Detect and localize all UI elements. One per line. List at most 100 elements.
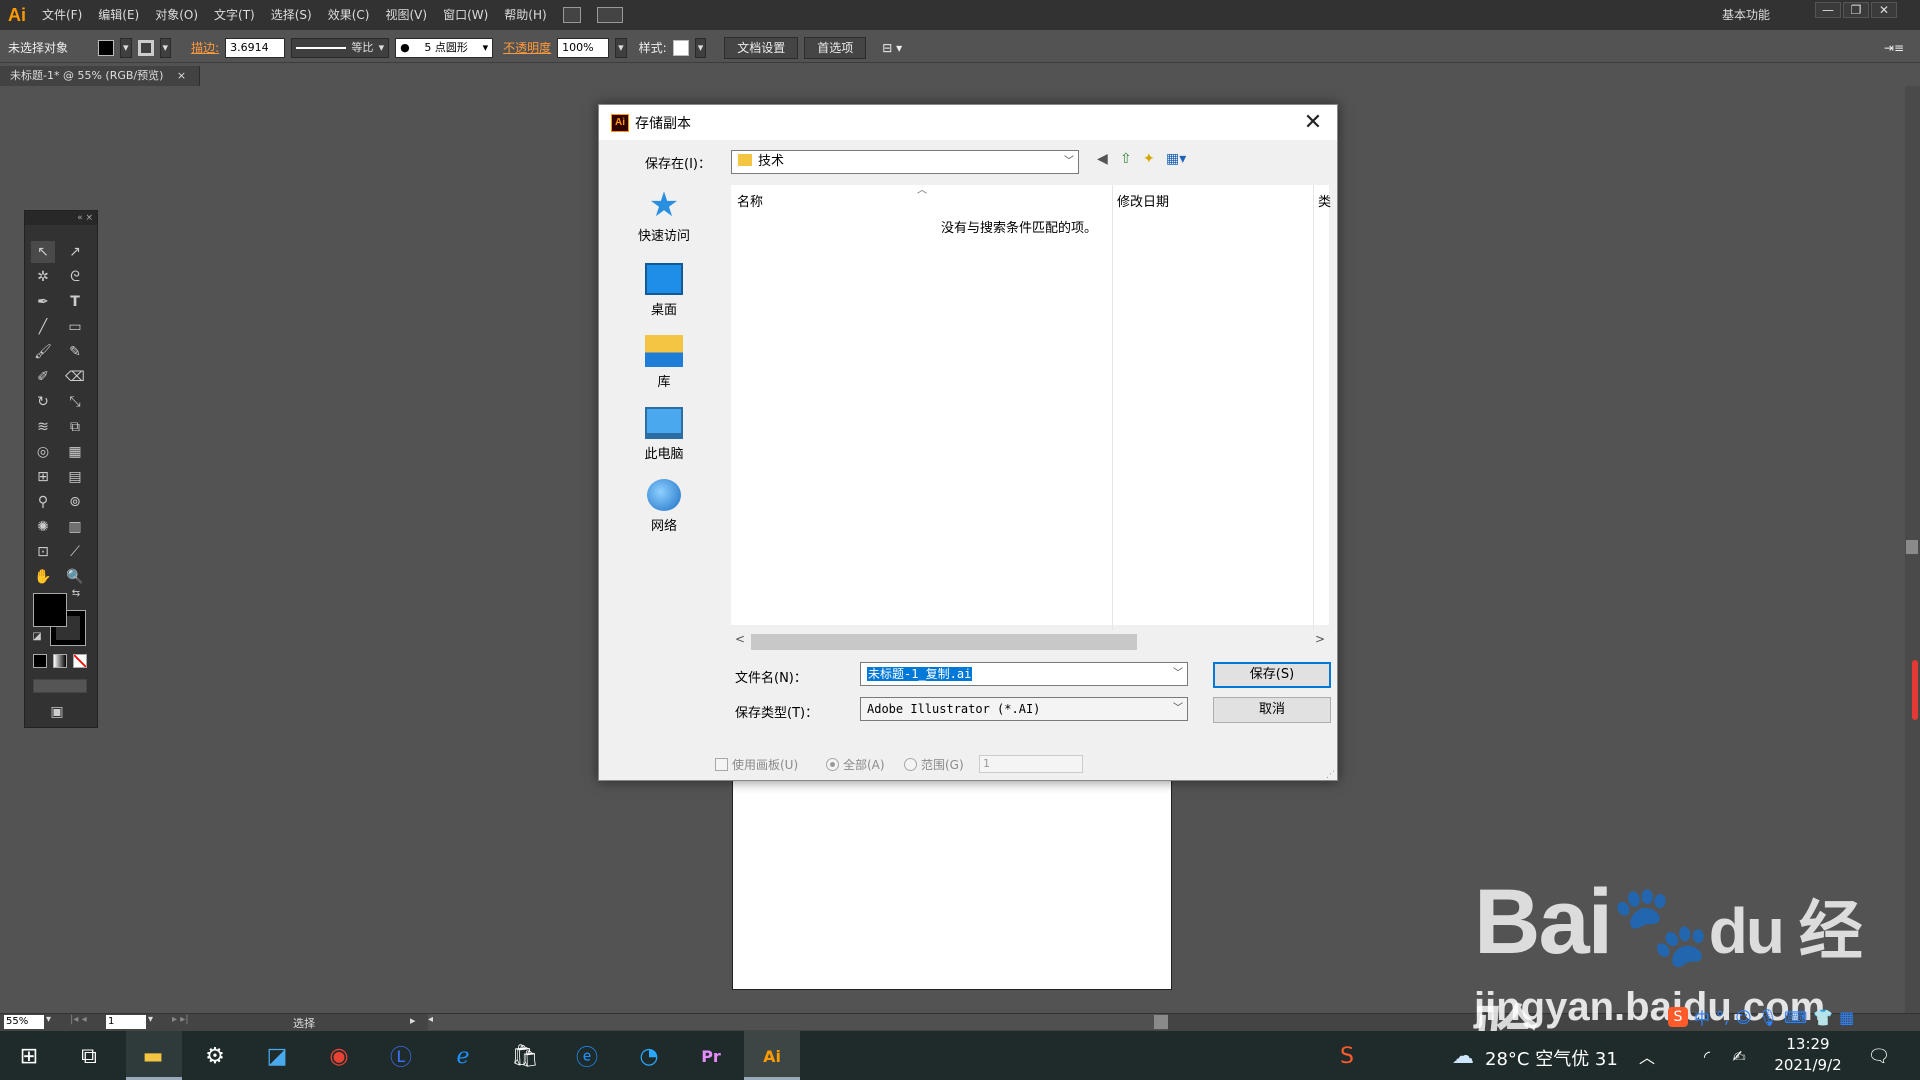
task-view-icon[interactable]: ⧉ xyxy=(72,1039,106,1073)
illustrator-icon[interactable]: Ai xyxy=(755,1039,789,1073)
screen-mode-icon[interactable]: ▣ xyxy=(45,701,69,723)
cancel-button[interactable]: 取消 xyxy=(1213,697,1331,723)
type-tool-icon[interactable]: T xyxy=(63,291,87,313)
arrange-documents-icon[interactable] xyxy=(596,7,623,23)
place-network[interactable]: 网络 xyxy=(609,479,719,534)
fill-swatch[interactable] xyxy=(98,39,115,56)
tray-chevron-up-icon[interactable]: ︿ xyxy=(1630,1039,1664,1073)
chrome-icon[interactable]: ◉ xyxy=(322,1039,356,1073)
gradient-tool-icon[interactable]: ▤ xyxy=(63,466,87,488)
range-radio[interactable] xyxy=(904,758,917,771)
first-artboard-icon[interactable]: |◂ ◂ xyxy=(70,1014,87,1025)
drawing-modes-icon[interactable] xyxy=(33,679,87,693)
preferences-button[interactable]: 首选项 xyxy=(804,36,867,59)
menu-help[interactable]: 帮助(H) xyxy=(496,0,554,30)
place-quick-access[interactable]: ★ 快速访问 xyxy=(609,188,719,244)
vertical-scroll-thumb[interactable] xyxy=(1906,540,1918,554)
tray-sogou-icon[interactable]: S xyxy=(1330,1039,1364,1073)
eyedropper-tool-icon[interactable]: ⚲ xyxy=(31,491,55,513)
paintbrush-tool-icon[interactable]: 🖌 xyxy=(31,341,55,363)
symbol-sprayer-tool-icon[interactable]: ✺ xyxy=(31,516,55,538)
back-icon[interactable]: ◀ xyxy=(1097,151,1108,167)
place-desktop[interactable]: 桌面 xyxy=(609,263,719,318)
column-modified[interactable]: 修改日期 xyxy=(1117,191,1169,210)
save-in-select[interactable]: 技术 ﹀ xyxy=(731,150,1079,174)
graphic-style-swatch[interactable] xyxy=(672,39,689,56)
stroke-swatch[interactable] xyxy=(137,39,154,56)
blend-tool-icon[interactable]: ⊚ xyxy=(63,491,87,513)
scroll-left-icon[interactable]: < xyxy=(735,632,745,646)
workspace-switcher[interactable]: 基本功能 xyxy=(1722,0,1770,30)
default-colors-icon[interactable]: ◪ xyxy=(31,631,43,643)
opacity-label[interactable]: 不透明度 xyxy=(503,39,551,56)
keyboard-icon[interactable]: ⌨ xyxy=(1784,1008,1807,1027)
place-this-pc[interactable]: 此电脑 xyxy=(609,407,719,462)
artboard-tool-icon[interactable]: ⊡ xyxy=(31,541,55,563)
fill-color-swatch[interactable] xyxy=(33,593,67,627)
column-name[interactable]: 名称 xyxy=(737,191,763,210)
blob-brush-tool-icon[interactable]: ✐ xyxy=(31,366,55,388)
restore-button[interactable]: ❐ xyxy=(1843,2,1869,18)
weather-text[interactable]: 28°C 空气优 31 xyxy=(1485,1045,1618,1071)
scale-tool-icon[interactable]: ⤡ xyxy=(63,391,87,413)
all-option[interactable]: 全部(A) xyxy=(826,756,885,773)
zoom-tool-icon[interactable]: 🔍 xyxy=(63,566,87,588)
warp-tool-icon[interactable]: ≋ xyxy=(31,416,55,438)
last-artboard-icon[interactable]: ▸ ▸| xyxy=(172,1014,189,1025)
menu-effect[interactable]: 效果(C) xyxy=(320,0,378,30)
artboard-number-input[interactable]: 1 xyxy=(106,1015,146,1029)
direct-selection-tool-icon[interactable]: ↗ xyxy=(63,241,87,263)
column-type[interactable]: 类 xyxy=(1318,191,1331,210)
fill-dropdown-icon[interactable]: ▾ xyxy=(120,37,132,58)
file-explorer-icon[interactable]: ▬ xyxy=(136,1039,170,1073)
premiere-icon[interactable]: Pr xyxy=(694,1039,728,1073)
file-list-hscrollbar[interactable]: < > xyxy=(731,630,1329,654)
align-icon[interactable]: ⊟ ▾ xyxy=(882,41,902,55)
weather-icon[interactable]: ☁ xyxy=(1446,1039,1480,1073)
filename-input[interactable]: 未标题-1_复制.ai ﹀ xyxy=(860,662,1188,686)
rectangle-tool-icon[interactable]: ▭ xyxy=(63,316,87,338)
wifi-icon[interactable]: ◜ xyxy=(1690,1039,1724,1073)
rotate-tool-icon[interactable]: ↻ xyxy=(31,391,55,413)
eraser-tool-icon[interactable]: ⌫ xyxy=(63,366,87,388)
zoom-input[interactable]: 55% xyxy=(4,1015,44,1029)
range-input[interactable]: 1 xyxy=(979,755,1083,773)
slice-tool-icon[interactable]: ⟋ xyxy=(63,541,87,563)
range-option[interactable]: 范围(G) xyxy=(904,756,964,773)
view-menu-icon[interactable]: ▦▾ xyxy=(1166,151,1186,167)
use-artboards-option[interactable]: 使用画板(U) xyxy=(715,756,798,773)
opacity-input[interactable]: 100% xyxy=(557,37,610,58)
magic-wand-tool-icon[interactable]: ✲ xyxy=(31,266,55,288)
color-mode-icon[interactable] xyxy=(33,654,47,668)
minimize-button[interactable]: — xyxy=(1815,2,1841,18)
lasso-tool-icon[interactable]: ᘓ xyxy=(63,266,87,288)
menu-object[interactable]: 对象(O) xyxy=(147,0,206,30)
ie-icon[interactable]: ℯ xyxy=(446,1039,480,1073)
photos-icon[interactable]: ◪ xyxy=(260,1039,294,1073)
line-tool-icon[interactable]: ╱ xyxy=(31,316,55,338)
mesh-tool-icon[interactable]: ⊞ xyxy=(31,466,55,488)
pen-icon[interactable]: ✍ xyxy=(1722,1039,1756,1073)
gradient-mode-icon[interactable] xyxy=(53,654,67,668)
brush-select[interactable]: ● 5 点圆形 ▾ xyxy=(395,37,494,58)
settings-icon[interactable]: ⚙ xyxy=(198,1039,232,1073)
notifications-icon[interactable]: 🗨 xyxy=(1862,1039,1896,1073)
file-list-scroll-thumb[interactable] xyxy=(751,634,1137,650)
close-tab-icon[interactable]: × xyxy=(177,69,186,82)
horizontal-scroll-thumb[interactable] xyxy=(1154,1015,1168,1029)
stroke-label[interactable]: 描边: xyxy=(191,39,219,56)
up-folder-icon[interactable]: ⇧ xyxy=(1120,151,1132,167)
artboard[interactable] xyxy=(732,780,1172,990)
menu-type[interactable]: 文字(T) xyxy=(206,0,263,30)
scroll-left-icon[interactable]: ◂ xyxy=(428,1014,433,1025)
filetype-select[interactable]: Adobe Illustrator (*.AI) ﹀ xyxy=(860,697,1188,721)
dialog-close-icon[interactable]: ✕ xyxy=(1299,109,1327,137)
edge-icon[interactable]: ⓔ xyxy=(570,1039,604,1073)
all-radio[interactable] xyxy=(826,758,839,771)
menu-window[interactable]: 窗口(W) xyxy=(435,0,496,30)
clock[interactable]: 13:29 2021/9/2 xyxy=(1758,1034,1858,1076)
qq-browser-icon[interactable]: ◔ xyxy=(632,1039,666,1073)
free-transform-tool-icon[interactable]: ⧉ xyxy=(63,416,87,438)
l-app-icon[interactable]: Ⓛ xyxy=(384,1039,418,1073)
zoom-dropdown-icon[interactable]: ▾ xyxy=(46,1014,51,1025)
